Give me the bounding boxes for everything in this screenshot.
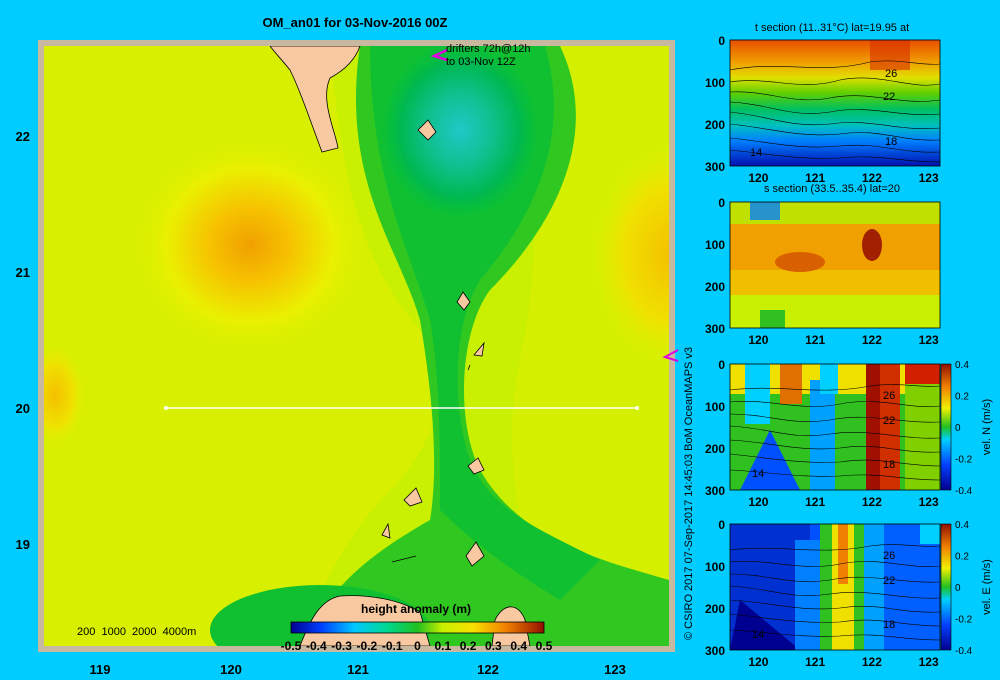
svg-text:122: 122	[477, 662, 499, 677]
velocity-colorbar-tick-label: -0.4	[955, 646, 973, 657]
panel-y-tick-label: 100	[705, 238, 725, 252]
panel-x-tick-label: 122	[862, 171, 882, 185]
panel-y-tick-label: 200	[705, 280, 725, 294]
panel-y-tick-label: 0	[718, 196, 725, 210]
velocity-colorbar-tick-label: 0	[955, 583, 961, 594]
velocity-colorbar-tick-label: 0.2	[955, 552, 969, 563]
panel-x-tick-label: 120	[748, 655, 768, 669]
velocity-colorbar-tick-label: 0	[955, 423, 961, 434]
panel-x-tick-label: 123	[919, 171, 939, 185]
svg-text:123: 123	[604, 662, 626, 677]
panel-y-tick-label: 100	[705, 560, 725, 574]
svg-text:18: 18	[883, 459, 895, 471]
svg-text:18: 18	[885, 136, 897, 148]
velocity-colorbar-tick-label: -0.4	[955, 486, 973, 497]
colorbar-ticks: -0.5 -0.4 -0.3 -0.2 -0.1 0 0.1 0.2 0.3 0.4 0.5	[281, 639, 553, 653]
colorbar-tick-label: 0.3	[485, 639, 502, 653]
panel-y-tick-label: 300	[705, 484, 725, 498]
figure: OM_an01 for 03-Nov-2016 00Z 119 120 121 …	[16, 15, 993, 677]
panel4-colorbar	[940, 523, 952, 651]
panel-y-tick-label: 0	[718, 358, 725, 372]
depth-legend: 200 1000 2000 4000m	[77, 626, 196, 638]
colorbar-tick-label: 0.1	[434, 639, 451, 653]
svg-text:26: 26	[885, 68, 897, 80]
panel-y-tick-label: 0	[718, 518, 725, 532]
svg-text:20: 20	[16, 401, 30, 416]
panel2-plot	[730, 202, 940, 328]
panel-x-tick-label: 121	[805, 171, 825, 185]
colorbar-tick-label: -0.2	[357, 639, 378, 653]
panel-y-tick-label: 300	[705, 644, 725, 658]
svg-text:121: 121	[347, 662, 369, 677]
map-y-axis: 19 20 21 22	[16, 129, 30, 552]
credit-text: © CSIRO 2017 07-Sep-2017 14:45:03 BoM Oc…	[683, 347, 695, 640]
panel-y-tick-label: 300	[705, 160, 725, 174]
panel-x-tick-label: 122	[862, 333, 882, 347]
panel-x-tick-label: 123	[919, 333, 939, 347]
panel-x-tick-label: 120	[748, 333, 768, 347]
svg-text:26: 26	[883, 390, 895, 402]
panel3-cbar-label: vel. N (m/s)	[981, 399, 993, 455]
colorbar-tick-label: -0.4	[306, 639, 327, 653]
velocity-colorbar-tick-label: 0.4	[955, 520, 969, 531]
colorbar	[290, 621, 545, 634]
panel-x-tick-label: 121	[805, 333, 825, 347]
panel-y-tick-label: 200	[705, 602, 725, 616]
map-title: OM_an01 for 03-Nov-2016 00Z	[263, 15, 448, 30]
panel-x-tick-label: 123	[919, 495, 939, 509]
svg-text:22: 22	[883, 415, 895, 427]
svg-text:14: 14	[750, 147, 762, 159]
svg-text:22: 22	[883, 91, 895, 103]
panel-x-tick-label: 122	[862, 495, 882, 509]
svg-text:21: 21	[16, 265, 30, 280]
panel-y-tick-label: 100	[705, 76, 725, 90]
colorbar-tick-label: 0	[414, 639, 421, 653]
panel-y-tick-label: 0	[718, 34, 725, 48]
panel-y-tick-label: 100	[705, 400, 725, 414]
svg-text:14: 14	[752, 468, 764, 480]
panel-x-tick-label: 123	[919, 655, 939, 669]
panel1-title: t section (11..31°C) lat=19.95 at	[755, 22, 909, 34]
map-plot-area	[44, 46, 669, 646]
velocity-colorbar-tick-label: 0.4	[955, 360, 969, 371]
velocity-colorbar-tick-label: -0.2	[955, 455, 973, 466]
panel-y-tick-label: 200	[705, 118, 725, 132]
panel-y-tick-label: 200	[705, 442, 725, 456]
svg-text:22: 22	[16, 129, 30, 144]
warm-eddy-west	[130, 135, 370, 355]
panel-x-tick-label: 121	[805, 655, 825, 669]
svg-text:119: 119	[90, 662, 111, 677]
velocity-colorbar-tick-label: 0.2	[955, 392, 969, 403]
colorbar-tick-label: 0.2	[460, 639, 477, 653]
colorbar-tick-label: 0.4	[510, 639, 527, 653]
svg-text:22: 22	[883, 575, 895, 587]
drifter-note-1: drifters 72h@12h	[446, 43, 531, 55]
svg-text:26: 26	[883, 550, 895, 562]
panel4-cbar-label: vel. E (m/s)	[981, 559, 993, 615]
colorbar-tick-label: -0.3	[331, 639, 352, 653]
svg-text:14: 14	[752, 629, 764, 641]
panel3-colorbar	[940, 363, 952, 491]
panel-x-tick-label: 122	[862, 655, 882, 669]
svg-text:120: 120	[220, 662, 242, 677]
panel-x-tick-label: 120	[748, 495, 768, 509]
map-x-axis: 119 120 121 122 123	[90, 662, 626, 677]
drifter-note-2: to 03-Nov 12Z	[446, 56, 516, 68]
svg-text:18: 18	[883, 619, 895, 631]
velocity-colorbar-tick-label: -0.2	[955, 615, 973, 626]
panel-x-tick-label: 121	[805, 495, 825, 509]
panel-x-tick-label: 120	[748, 171, 768, 185]
panel-y-tick-label: 300	[705, 322, 725, 336]
colorbar-tick-label: -0.1	[382, 639, 403, 653]
colorbar-tick-label: 0.5	[536, 639, 553, 653]
colorbar-title: height anomaly (m)	[361, 602, 471, 616]
colorbar-tick-label: -0.5	[281, 639, 302, 653]
svg-text:19: 19	[16, 537, 30, 552]
